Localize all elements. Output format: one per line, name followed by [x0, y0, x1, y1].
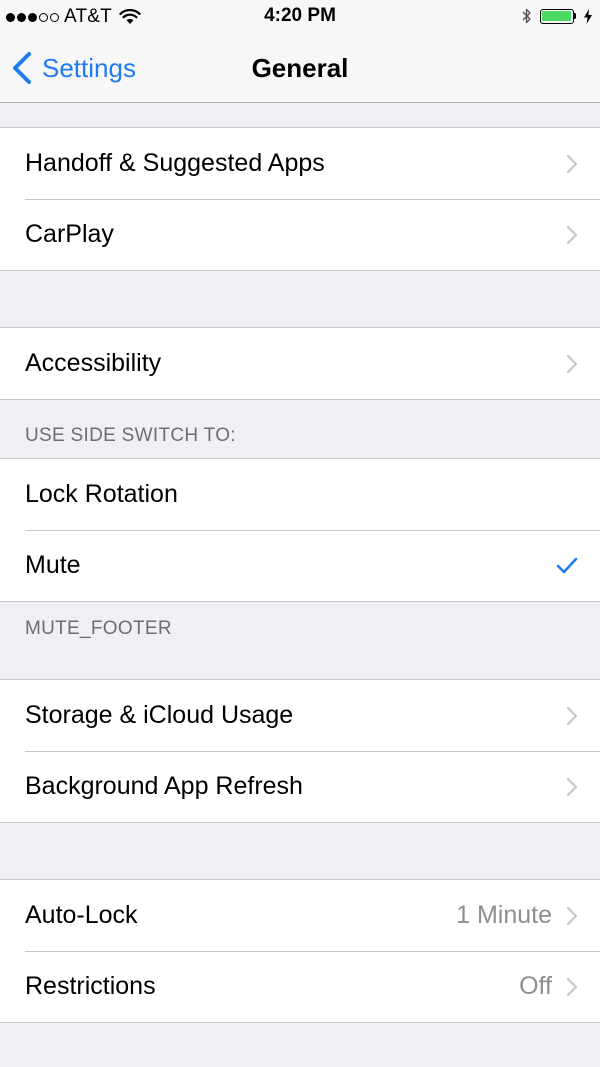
- chevron-right-icon: [566, 154, 578, 173]
- row-label: Handoff & Suggested Apps: [25, 149, 325, 177]
- row-background-refresh[interactable]: Background App Refresh: [0, 751, 600, 822]
- row-label: Lock Rotation: [25, 480, 178, 508]
- group-lock: Auto-Lock 1 Minute Restrictions Off: [0, 879, 600, 1023]
- row-label: CarPlay: [25, 220, 114, 248]
- row-restrictions[interactable]: Restrictions Off: [0, 951, 600, 1022]
- row-storage[interactable]: Storage & iCloud Usage: [0, 680, 600, 751]
- status-right: [522, 7, 592, 25]
- chevron-right-icon: [566, 354, 578, 373]
- row-handoff[interactable]: Handoff & Suggested Apps: [0, 128, 600, 199]
- chevron-right-icon: [566, 906, 578, 925]
- status-time: 4:20 PM: [264, 5, 336, 26]
- row-label: Restrictions: [25, 972, 156, 1000]
- navigation-bar: Settings General: [0, 34, 600, 103]
- group-storage: Storage & iCloud Usage Background App Re…: [0, 679, 600, 823]
- battery-body: [539, 8, 574, 24]
- section-header-side-switch: USE SIDE SWITCH TO:: [25, 425, 236, 446]
- group-side-switch: Lock Rotation Mute: [0, 458, 600, 602]
- bluetooth-icon: [522, 8, 531, 24]
- row-value: Off: [519, 972, 552, 1000]
- status-bar: AT&T 4:20 PM: [0, 0, 600, 34]
- battery-tip: [573, 13, 576, 19]
- group-handoff: Handoff & Suggested Apps CarPlay: [0, 127, 600, 271]
- charging-bolt-icon: [584, 8, 592, 24]
- row-label: Mute: [25, 551, 81, 579]
- section-footer-mute: MUTE_FOOTER: [25, 618, 172, 639]
- group-accessibility: Accessibility: [0, 327, 600, 400]
- row-auto-lock[interactable]: Auto-Lock 1 Minute: [0, 880, 600, 951]
- row-mute[interactable]: Mute: [0, 530, 600, 601]
- chevron-right-icon: [566, 225, 578, 244]
- row-accessibility[interactable]: Accessibility: [0, 328, 600, 399]
- row-value: 1 Minute: [456, 901, 552, 929]
- chevron-right-icon: [566, 977, 578, 996]
- chevron-right-icon: [566, 777, 578, 796]
- row-label: Background App Refresh: [25, 772, 303, 800]
- row-label: Accessibility: [25, 349, 162, 377]
- checkmark-icon: [556, 557, 578, 574]
- row-carplay[interactable]: CarPlay: [0, 199, 600, 270]
- battery-fill: [542, 11, 571, 21]
- battery-icon: [539, 8, 576, 24]
- row-label: Storage & iCloud Usage: [25, 701, 294, 729]
- row-lock-rotation[interactable]: Lock Rotation: [0, 459, 600, 530]
- settings-list[interactable]: Handoff & Suggested Apps CarPlay Accessi…: [0, 103, 600, 1067]
- row-label: Auto-Lock: [25, 901, 138, 929]
- page-title: General: [251, 53, 349, 83]
- chevron-right-icon: [566, 706, 578, 725]
